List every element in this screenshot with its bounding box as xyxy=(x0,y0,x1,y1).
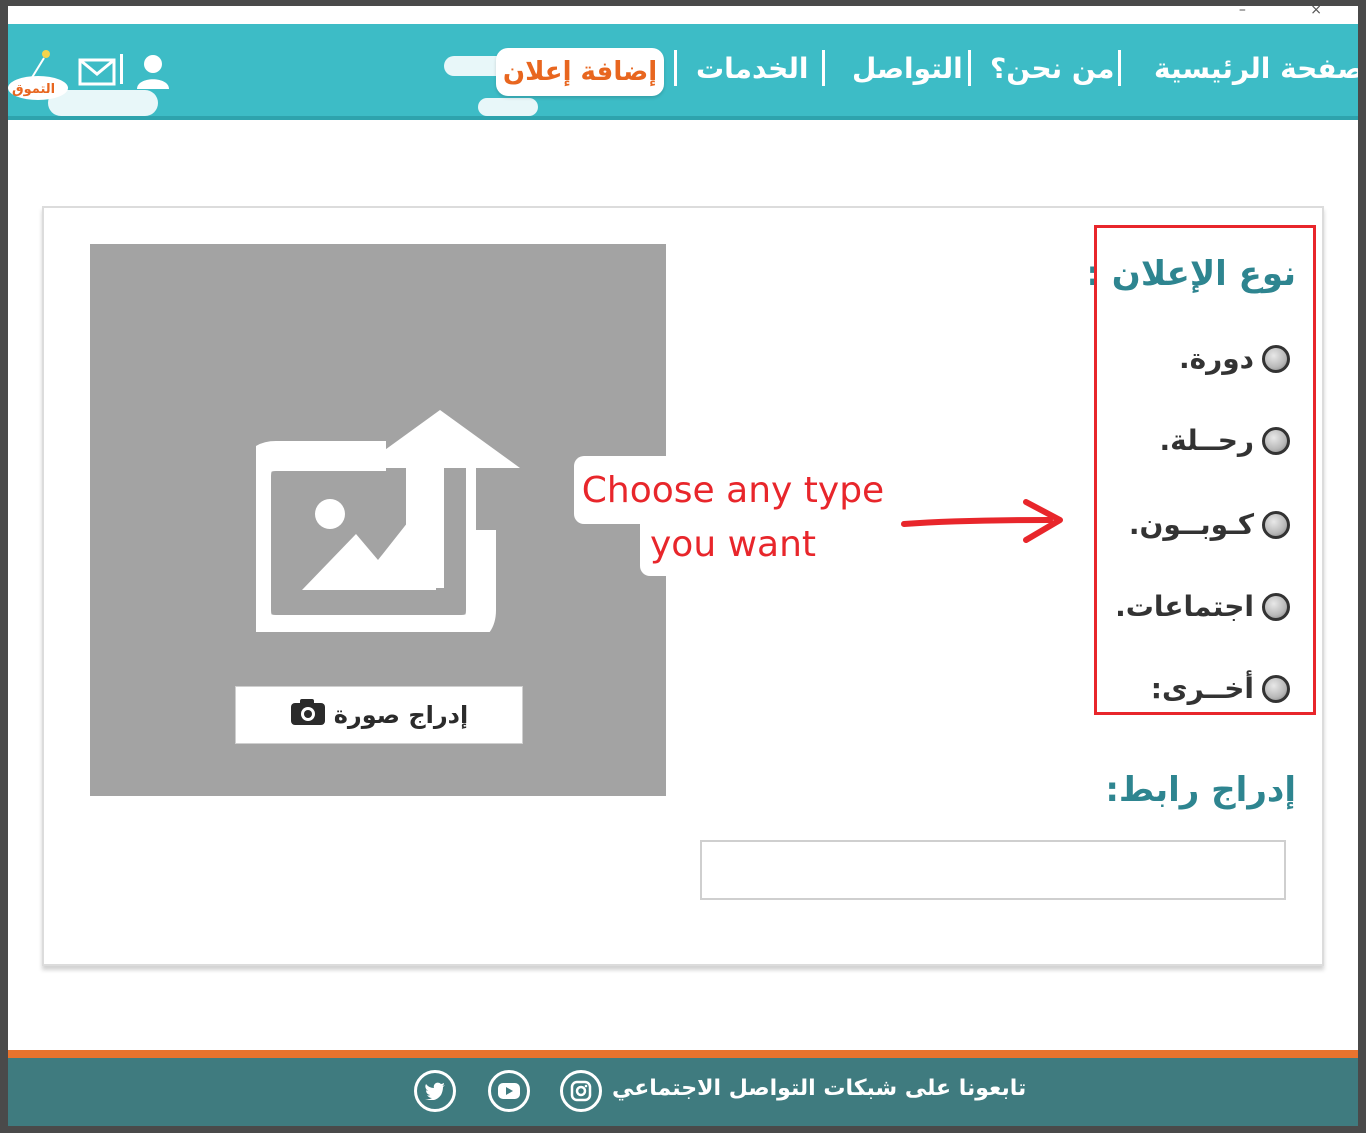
youtube-icon[interactable] xyxy=(488,1070,530,1112)
add-ad-button[interactable]: إضافة إعلان xyxy=(496,48,664,96)
callout-line-1: Choose any type xyxy=(581,470,885,511)
annotation-highlight-box xyxy=(1094,225,1316,715)
nav-about[interactable]: من نحن؟ xyxy=(990,52,1114,85)
annotation-callout: Choose any type you want xyxy=(574,456,892,576)
image-upload-icon xyxy=(241,410,522,645)
camera-icon xyxy=(290,698,326,732)
insert-link-title: إدراج رابط: xyxy=(1105,770,1296,810)
user-icon[interactable] xyxy=(136,54,170,94)
site-footer: تابعونا على شبكات التواصل الاجتماعي xyxy=(8,1058,1358,1126)
cloud-decoration xyxy=(478,98,538,116)
footer-accent-line xyxy=(8,1050,1358,1058)
insert-image-button[interactable]: إدراج صورة xyxy=(235,686,523,744)
twitter-icon[interactable] xyxy=(414,1070,456,1112)
nav-divider xyxy=(120,54,123,84)
nav-divider xyxy=(674,50,677,86)
window-controls[interactable]: – × xyxy=(1239,6,1352,18)
nav-home[interactable]: الصفحة الرئيسية xyxy=(1154,52,1358,85)
site-header: الصفحة الرئيسية من نحن؟ التواصل الخدمات … xyxy=(8,24,1358,120)
nav-contact[interactable]: التواصل xyxy=(852,52,963,85)
site-logo[interactable]: التموق xyxy=(8,44,68,104)
nav-divider xyxy=(822,50,825,86)
nav-divider xyxy=(968,50,971,86)
insert-image-label: إدراج صورة xyxy=(333,701,469,729)
callout-text: Choose any type you want xyxy=(574,464,892,572)
annotation-arrow-icon xyxy=(900,498,1070,552)
link-input[interactable] xyxy=(700,840,1286,900)
footer-follow-text: تابعونا على شبكات التواصل الاجتماعي xyxy=(612,1076,1027,1101)
nav-services[interactable]: الخدمات xyxy=(696,52,808,85)
browser-window: – × الصفحة الرئيسية من نحن؟ التواصل الخد… xyxy=(8,6,1358,1126)
logo-text: التموق xyxy=(12,82,55,97)
instagram-icon[interactable] xyxy=(560,1070,602,1112)
mail-icon[interactable] xyxy=(78,58,116,90)
nav-divider xyxy=(1118,50,1121,86)
callout-line-2: you want xyxy=(649,524,817,565)
